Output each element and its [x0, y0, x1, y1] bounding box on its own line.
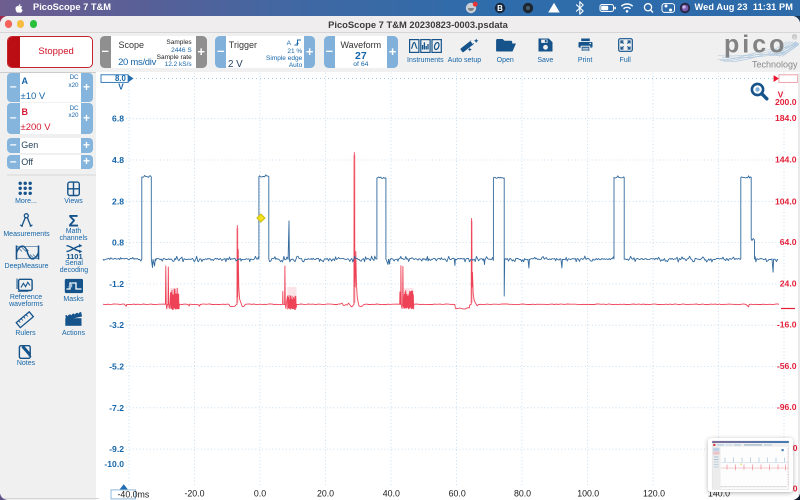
svg-text:®: ®	[792, 33, 798, 41]
svg-text:40.0: 40.0	[383, 489, 400, 499]
svg-text:-56.0: -56.0	[777, 361, 797, 371]
svg-text:0.0: 0.0	[254, 489, 266, 499]
svg-text:64.0: 64.0	[780, 237, 797, 247]
svg-text:24.0: 24.0	[780, 279, 797, 289]
svg-text:6.8: 6.8	[112, 114, 124, 124]
svg-text:-7.2: -7.2	[109, 403, 124, 413]
svg-text:120.0: 120.0	[643, 489, 665, 499]
svg-text:104.0: 104.0	[775, 196, 797, 206]
svg-text:8.0: 8.0	[115, 74, 127, 83]
svg-text:0.8: 0.8	[112, 238, 124, 248]
svg-text:-20.0: -20.0	[184, 489, 204, 499]
svg-text:Technology: Technology	[752, 59, 798, 69]
svg-text:184.0: 184.0	[775, 113, 797, 123]
svg-text:20.0: 20.0	[317, 489, 334, 499]
svg-text:60.0: 60.0	[449, 489, 466, 499]
svg-text:V: V	[778, 90, 784, 100]
svg-text:100.0: 100.0	[577, 489, 599, 499]
svg-text:144.0: 144.0	[775, 155, 797, 165]
svg-text:-9.2: -9.2	[109, 444, 124, 454]
svg-text:B: B	[497, 4, 503, 13]
svg-text:V: V	[118, 82, 124, 91]
svg-text:80.0: 80.0	[514, 489, 531, 499]
svg-text:2.8: 2.8	[112, 196, 124, 206]
svg-text:4.8: 4.8	[112, 155, 124, 165]
svg-text:-16.0: -16.0	[777, 320, 797, 330]
svg-text:-1.2: -1.2	[109, 279, 124, 289]
svg-text:-3.2: -3.2	[109, 320, 124, 330]
svg-text:pico: pico	[724, 33, 787, 59]
svg-text:-96.0: -96.0	[777, 402, 797, 412]
svg-text:-10.0: -10.0	[104, 459, 124, 469]
svg-text:-40.0ms: -40.0ms	[118, 490, 150, 500]
svg-text:-5.2: -5.2	[109, 362, 124, 372]
